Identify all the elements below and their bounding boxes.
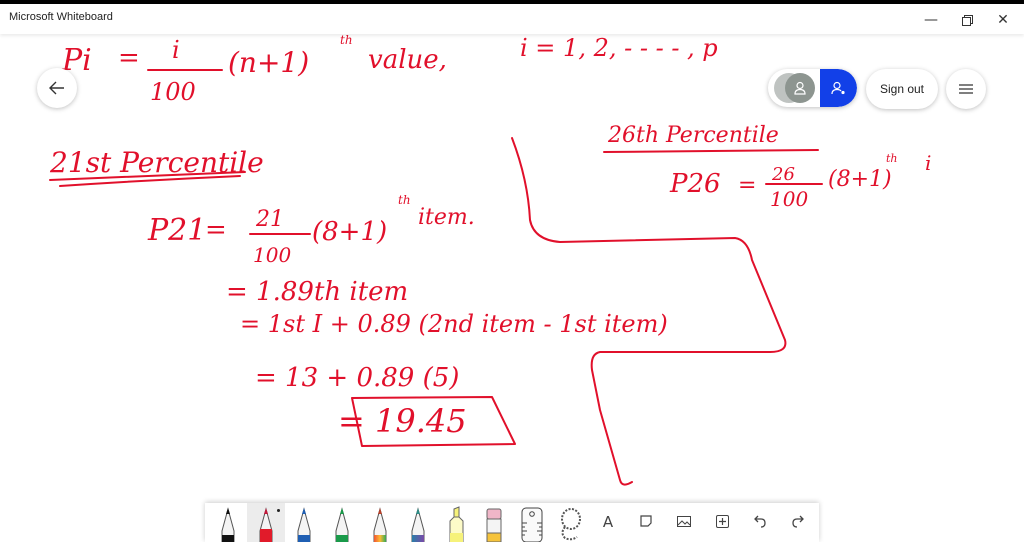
account-switcher[interactable] bbox=[768, 69, 857, 107]
ink-text: = bbox=[738, 173, 756, 198]
tool-blue-pen[interactable] bbox=[285, 503, 323, 542]
tool-galaxy-pen[interactable] bbox=[399, 503, 437, 542]
close-icon: ✕ bbox=[997, 12, 1009, 28]
user-icon bbox=[794, 81, 806, 95]
ink-text: P26 bbox=[669, 169, 721, 199]
ink-text: th bbox=[886, 152, 898, 165]
ink-text: value, bbox=[368, 45, 447, 75]
minimize-icon: — bbox=[924, 12, 938, 28]
user-avatar-button[interactable] bbox=[785, 73, 815, 103]
tool-red-pen[interactable] bbox=[247, 503, 285, 542]
arrow-left-icon bbox=[49, 81, 64, 95]
ink-text: = bbox=[118, 43, 140, 73]
tool-highlighter[interactable] bbox=[437, 503, 475, 542]
back-button[interactable] bbox=[37, 68, 77, 108]
tool-insert[interactable] bbox=[703, 503, 741, 542]
restore-icon bbox=[961, 14, 973, 26]
ink-text: (n+1) bbox=[228, 46, 309, 79]
tool-eraser[interactable] bbox=[475, 503, 513, 542]
add-user-icon bbox=[830, 81, 845, 95]
pen-icon bbox=[221, 507, 235, 542]
ink-text: 21 bbox=[255, 207, 284, 232]
close-button[interactable]: ✕ bbox=[986, 8, 1020, 32]
ink-text: i bbox=[925, 151, 931, 175]
ink-text: (8+1) bbox=[312, 217, 387, 247]
pen-icon bbox=[259, 507, 273, 542]
tool-image[interactable] bbox=[665, 503, 703, 542]
ink-text: 21st Percentile bbox=[49, 146, 264, 179]
minimize-button[interactable]: — bbox=[914, 8, 948, 32]
title-bar: Microsoft Whiteboard — ✕ bbox=[0, 0, 1024, 34]
sign-out-label: Sign out bbox=[879, 82, 925, 96]
pen-icon bbox=[335, 507, 349, 542]
ink-text: = bbox=[205, 215, 227, 245]
undo-icon bbox=[754, 515, 766, 528]
ruler-icon bbox=[521, 507, 543, 542]
highlighter-icon bbox=[449, 506, 464, 542]
sticky-note-icon bbox=[640, 515, 652, 527]
maximize-button[interactable] bbox=[950, 8, 984, 32]
ink-text: i bbox=[172, 36, 180, 64]
right-section: 26th Percentile P26 = 26 100 (8+1) th i bbox=[603, 123, 931, 211]
tool-black-pen[interactable] bbox=[209, 503, 247, 542]
text-icon: A bbox=[602, 513, 614, 531]
pen-icon bbox=[373, 507, 387, 542]
formula-line: Pi = i 100 (n+1) th value, i = 1, 2, - -… bbox=[61, 33, 718, 106]
insert-icon bbox=[715, 515, 729, 528]
ink-text: th bbox=[398, 193, 411, 207]
hamburger-menu-icon bbox=[959, 84, 973, 94]
ink-text: 26th Percentile bbox=[607, 123, 779, 148]
tool-sticky-note[interactable] bbox=[627, 503, 665, 542]
pen-icon bbox=[297, 507, 311, 542]
ink-text: P21 bbox=[147, 213, 206, 248]
tool-ruler[interactable] bbox=[513, 503, 551, 542]
menu-button[interactable] bbox=[946, 69, 986, 109]
ink-text: th bbox=[340, 33, 353, 47]
inking-toolbar: A bbox=[205, 503, 819, 542]
tool-rainbow-pen[interactable] bbox=[361, 503, 399, 542]
pen-icon bbox=[411, 507, 425, 542]
ink-text: item. bbox=[418, 205, 475, 230]
ink-text: 100 bbox=[150, 78, 196, 106]
window-title: Microsoft Whiteboard bbox=[9, 11, 113, 23]
left-section: 21st Percentile P21 = 21 100 (8+1) th it… bbox=[49, 146, 668, 447]
tool-undo[interactable] bbox=[741, 503, 779, 542]
tool-green-pen[interactable] bbox=[323, 503, 361, 542]
ink-text: 100 bbox=[770, 187, 808, 211]
tool-text[interactable]: A bbox=[589, 503, 627, 542]
ink-text: = 1.89th item bbox=[226, 277, 408, 307]
eraser-icon bbox=[486, 508, 502, 542]
ink-text: 100 bbox=[253, 243, 291, 267]
ink-text: 26 bbox=[771, 164, 795, 185]
ink-text: = 1st I + 0.89 (2nd item - 1st item) bbox=[240, 310, 668, 338]
whiteboard-canvas[interactable]: Pi = i 100 (n+1) th value, i = 1, 2, - -… bbox=[0, 33, 1024, 542]
add-user-button[interactable] bbox=[820, 69, 857, 107]
image-icon bbox=[677, 516, 691, 527]
active-indicator bbox=[277, 509, 280, 512]
redo-icon bbox=[792, 515, 804, 528]
ink-text: = 13 + 0.89 (5) bbox=[255, 363, 459, 393]
tool-redo[interactable] bbox=[779, 503, 817, 542]
tool-lasso[interactable] bbox=[551, 503, 589, 542]
ink-text: (8+1) bbox=[828, 167, 892, 192]
lasso-select-icon bbox=[561, 508, 581, 541]
ink-text: i = 1, 2, - - - - , p bbox=[520, 34, 718, 62]
sign-out-button[interactable]: Sign out bbox=[866, 69, 938, 109]
